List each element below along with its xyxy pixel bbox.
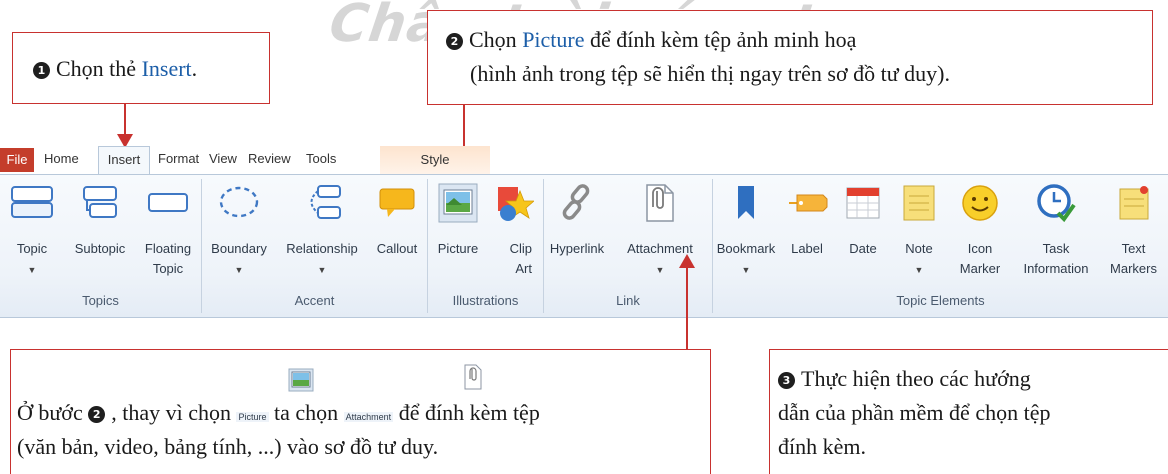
step-number-badge: 2	[88, 406, 106, 423]
tab-tools[interactable]: Tools	[306, 151, 336, 166]
attachment-icon	[646, 184, 674, 222]
calendar-icon	[846, 187, 880, 219]
tab-format[interactable]: Format	[158, 151, 199, 166]
subtopic-button[interactable]: Subtopic	[64, 175, 136, 293]
callout-step-1: 1 Chọn thẻ Insert.	[12, 32, 270, 104]
clip-art-icon	[498, 187, 534, 221]
hyperlink-icon	[562, 184, 590, 220]
icon-marker-button[interactable]: Icon Marker	[947, 175, 1013, 293]
step-number-badge: 1	[33, 62, 50, 79]
picture-button[interactable]: Picture	[428, 175, 488, 293]
callout-button[interactable]: Callout	[368, 175, 426, 293]
floating-topic-button[interactable]: Floating Topic	[136, 175, 200, 293]
hyperlink-button[interactable]: Hyperlink	[544, 175, 610, 293]
group-label-illustrations: Illustrations	[452, 293, 519, 308]
tab-style[interactable]: Style	[380, 146, 490, 174]
text-markers-button[interactable]: Text Markers	[1099, 175, 1168, 293]
attachment-mini-label: Attachment	[343, 412, 394, 422]
tab-review[interactable]: Review	[248, 151, 291, 166]
ribbon-tabs: File Home Insert Format View Review Tool…	[0, 146, 1168, 174]
step-number-badge: 2	[446, 33, 463, 50]
dropdown-caret-icon[interactable]: ▼	[235, 265, 244, 275]
date-button[interactable]: Date	[835, 175, 891, 293]
boundary-button[interactable]: Boundary ▼	[202, 175, 276, 293]
picture-mini-label: Picture	[236, 412, 269, 422]
label-button[interactable]: Label	[779, 175, 835, 293]
tab-home[interactable]: Home	[44, 151, 79, 166]
relationship-button[interactable]: Relationship ▼	[276, 175, 368, 293]
group-label-topics: Topics	[82, 293, 119, 308]
picture-highlight: Picture	[522, 27, 585, 52]
callout-step-3: 3 Thực hiện theo các hướng dẫn của phần m…	[769, 349, 1168, 474]
dropdown-caret-icon[interactable]: ▼	[656, 265, 665, 275]
subtopic-icon	[83, 186, 117, 218]
group-label-topic-elements: Topic Elements	[896, 293, 985, 308]
attachment-button[interactable]: Attachment ▼	[610, 175, 710, 293]
note-icon	[903, 185, 935, 221]
tab-view[interactable]: View	[209, 151, 237, 166]
boundary-icon	[219, 186, 259, 218]
bookmark-button[interactable]: Bookmark ▼	[713, 175, 779, 293]
clock-check-icon	[1037, 184, 1076, 223]
group-label-accent: Accent	[294, 293, 335, 308]
tab-file[interactable]: File	[0, 148, 34, 172]
step-number-badge: 3	[778, 372, 795, 389]
note-box: Ở bước 2, thay vì chọn Picture ta chọn A…	[10, 349, 711, 474]
bookmark-icon	[738, 186, 754, 219]
picture-icon	[438, 183, 478, 223]
dropdown-caret-icon[interactable]: ▼	[318, 265, 327, 275]
ribbon-insert-panel: Topic ▼ Subtopic Floating Topic Boundary ▼ …	[0, 174, 1168, 318]
topic-icon	[11, 186, 53, 218]
note-button[interactable]: Note ▼	[891, 175, 947, 293]
dropdown-caret-icon[interactable]: ▼	[742, 265, 751, 275]
dropdown-caret-icon[interactable]: ▼	[915, 265, 924, 275]
arrow-head-up-icon	[679, 254, 695, 268]
text-marker-icon	[1119, 186, 1148, 220]
callout-step-2: 2 Chọn Picture để đính kèm tệp ảnh minh h…	[427, 10, 1153, 105]
floating-topic-icon	[148, 193, 188, 212]
clip-art-button[interactable]: Clip Art	[488, 175, 540, 293]
relationship-icon	[310, 185, 341, 219]
arrow-to-attachment	[686, 262, 688, 350]
topic-button[interactable]: Topic ▼	[0, 175, 64, 293]
tab-insert[interactable]: Insert	[98, 146, 150, 174]
attachment-mini-icon	[464, 364, 482, 390]
smiley-icon	[962, 185, 998, 221]
dropdown-caret-icon[interactable]: ▼	[28, 265, 37, 275]
callout-icon	[379, 188, 415, 217]
insert-highlight: Insert	[141, 56, 192, 81]
picture-mini-icon	[288, 368, 314, 392]
task-information-button[interactable]: Task Information	[1013, 175, 1099, 293]
label-icon	[789, 194, 828, 212]
